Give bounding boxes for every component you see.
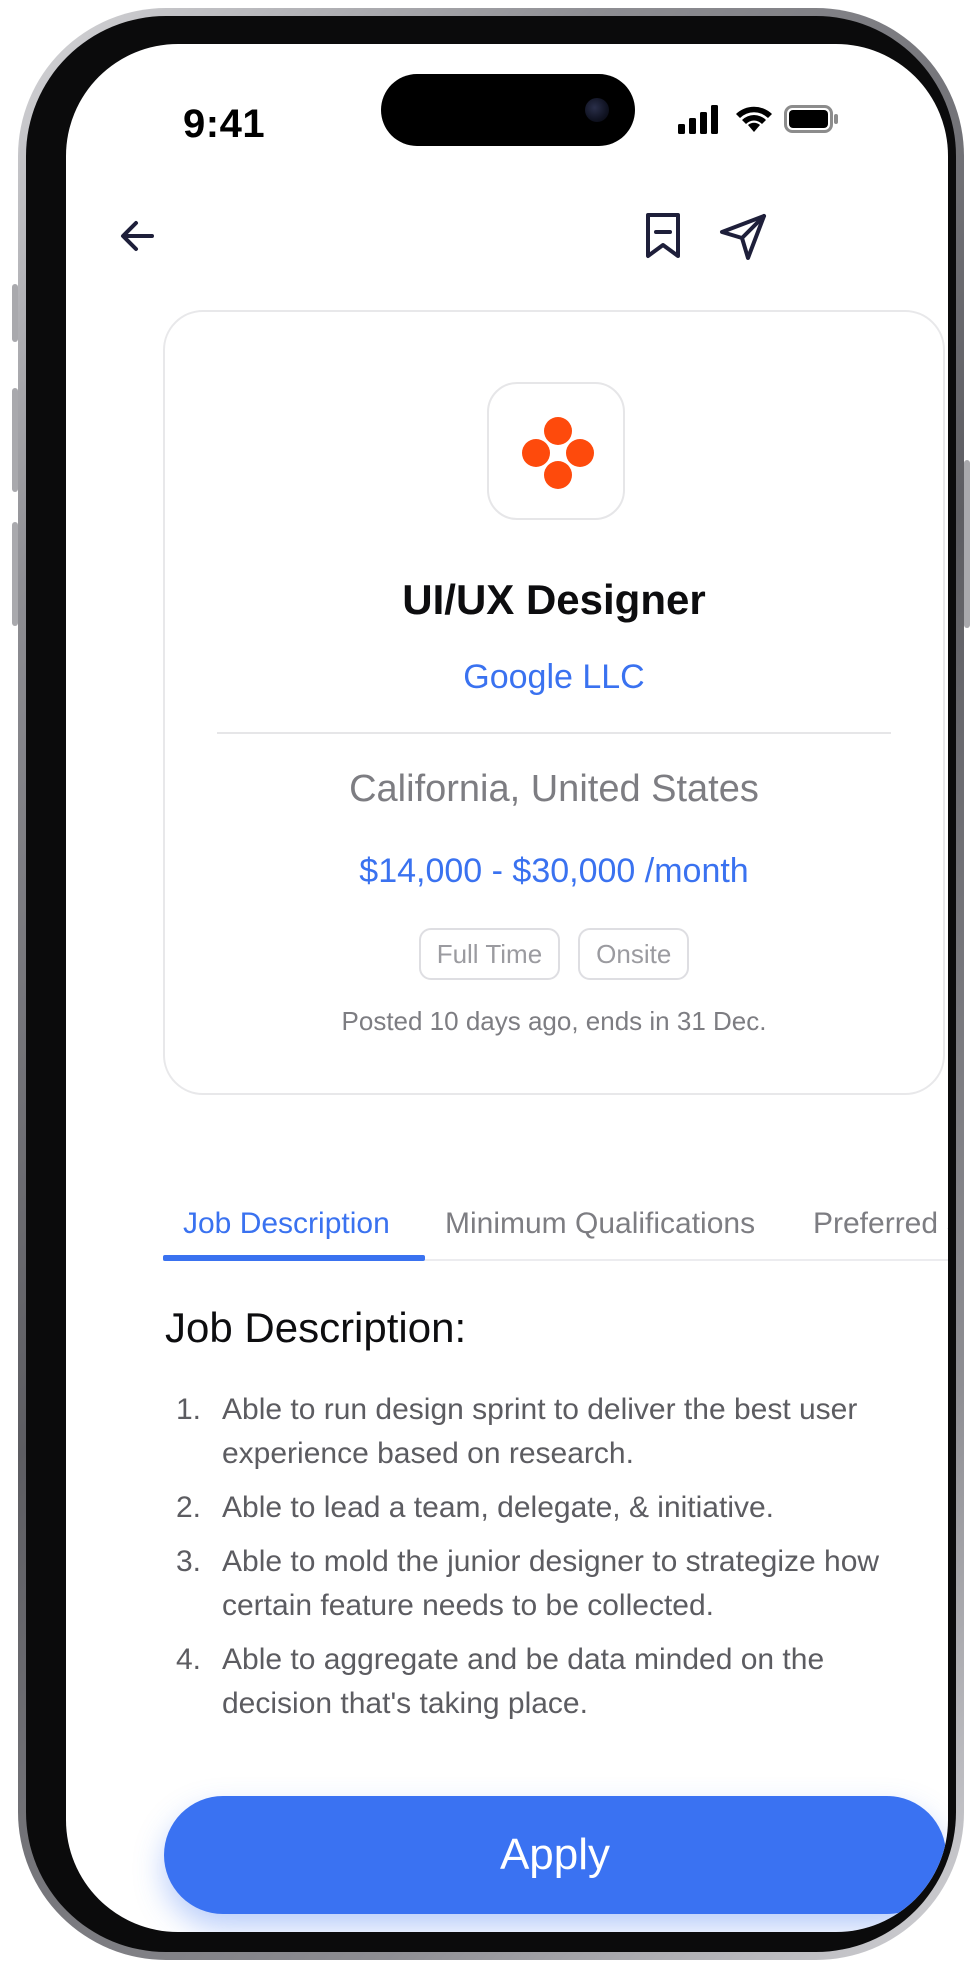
dynamic-island — [381, 74, 635, 146]
volume-down-button — [12, 522, 18, 626]
battery-icon — [784, 105, 838, 133]
company-logo — [487, 382, 625, 520]
posted-date: Posted 10 days ago, ends in 31 Dec. — [341, 1006, 767, 1036]
share-button[interactable] — [718, 210, 770, 262]
action-button — [12, 284, 18, 342]
list-item: 3. Able to mold the junior designer to st… — [176, 1545, 880, 1622]
screen: 9:41 UI/UX Designer Google LLC Californi… — [66, 44, 948, 1932]
tag-employment-type: Full Time — [418, 928, 561, 980]
bookmark-icon — [646, 213, 680, 258]
company-logo-icon — [522, 417, 594, 489]
apply-button[interactable]: Apply — [164, 1796, 946, 1914]
volume-up-button — [12, 388, 18, 492]
salary-range: $14,000 - $30,000 /month — [359, 852, 749, 890]
job-tags: Full Time Onsite — [165, 928, 943, 980]
wifi-icon — [736, 106, 772, 132]
cellular-signal-icon — [678, 105, 718, 134]
tab-bar: Job Description Minimum Qualifications P… — [163, 1179, 948, 1261]
camera-icon — [585, 98, 609, 122]
active-tab-indicator — [163, 1255, 425, 1261]
job-location: California, United States — [349, 768, 759, 810]
list-item: 1. Able to run design sprint to deliver t… — [176, 1393, 858, 1470]
send-icon — [720, 214, 766, 260]
tab-minimum-qualifications[interactable]: Minimum Qualifications — [445, 1207, 755, 1241]
section-title: Job Description: — [165, 1304, 467, 1351]
bookmark-button[interactable] — [638, 210, 690, 262]
status-time: 9:41 — [183, 102, 266, 146]
arrow-left-icon — [121, 221, 154, 251]
back-button[interactable] — [112, 210, 164, 262]
job-card: UI/UX Designer Google LLC California, Un… — [163, 310, 945, 1095]
power-button — [964, 460, 970, 628]
description-list: 1. Able to run design sprint to deliver t… — [176, 1388, 936, 1736]
job-title: UI/UX Designer — [402, 576, 706, 623]
company-name[interactable]: Google LLC — [165, 658, 943, 697]
list-item: 2. Able to lead a team, delegate, & initi… — [176, 1491, 775, 1524]
tab-job-description[interactable]: Job Description — [183, 1207, 390, 1241]
tab-preferred-skills[interactable]: Preferred Skills — [813, 1207, 948, 1241]
tag-work-location: Onsite — [578, 928, 690, 980]
phone-frame: 9:41 UI/UX Designer Google LLC Californi… — [12, 8, 970, 1960]
list-item: 4. Able to aggregate and be data minded o… — [176, 1643, 825, 1720]
divider — [217, 732, 891, 734]
